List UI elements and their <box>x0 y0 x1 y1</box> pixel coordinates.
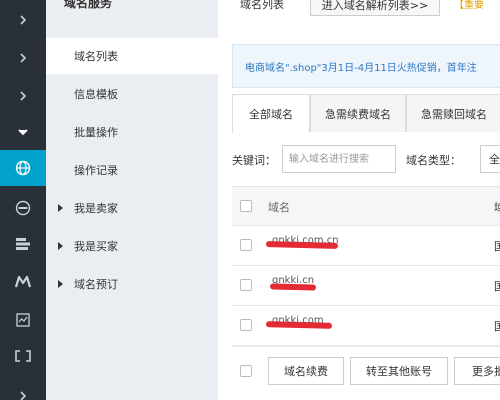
nav-item-label: 域名预订 <box>74 278 118 291</box>
footer-select-all-checkbox[interactable] <box>240 365 252 377</box>
dns-list-button[interactable]: 进入域名解析列表>> <box>310 0 440 16</box>
renew-button[interactable]: 域名续费 <box>268 357 344 385</box>
domain-tabs: 全部域名 急需续费域名 急需赎回域名 <box>232 94 500 133</box>
batch-action-bar: 域名续费 转至其他账号 更多批量 <box>232 346 500 390</box>
row-checkbox[interactable] <box>240 319 252 331</box>
redaction-mark <box>265 241 339 249</box>
chevron-right-icon[interactable] <box>0 378 46 400</box>
chevron-right-icon[interactable] <box>0 40 46 76</box>
promo-banner[interactable]: 电商域名".shop"3月1日-4月11日火热促销，首年注 <box>232 44 500 88</box>
row-extra: 国 <box>494 280 500 293</box>
nav-item-label: 我是卖家 <box>74 202 118 215</box>
caret-right-icon <box>58 242 63 250</box>
row-checkbox[interactable] <box>240 239 252 251</box>
chevron-right-icon[interactable] <box>0 2 46 38</box>
globe-icon[interactable] <box>0 150 46 186</box>
transfer-account-button[interactable]: 转至其他账号 <box>350 357 448 385</box>
row-checkbox[interactable] <box>240 279 252 291</box>
server-icon[interactable] <box>0 226 46 262</box>
dns-icon[interactable] <box>0 190 46 226</box>
table-row[interactable]: qnkki.com.cn 国 <box>232 226 500 266</box>
page-title: 域名列表 <box>240 0 284 11</box>
row-extra: 国 <box>494 320 500 333</box>
nav-item-seller[interactable]: 我是卖家 <box>46 190 218 226</box>
chevron-down-icon[interactable] <box>0 114 46 150</box>
nav-item-operation-log[interactable]: 操作记录 <box>46 152 218 188</box>
redaction-mark <box>265 321 333 329</box>
filter-bar: 关键词： 域名类型： 全部 <box>232 144 500 174</box>
nav-item-label: 批量操作 <box>74 126 118 139</box>
select-all-checkbox[interactable] <box>240 200 252 212</box>
column-header-extra: 域 <box>494 201 500 214</box>
top-bar: 域名列表 进入域名解析列表>> 【重要 <box>218 0 500 20</box>
nav-item-label: 信息模板 <box>74 88 118 101</box>
nav-section-title: 域名服务 <box>64 0 113 10</box>
nav-item-label: 我是买家 <box>74 240 118 253</box>
keyword-label: 关键词： <box>232 154 276 167</box>
nav-item-label: 域名列表 <box>74 50 118 63</box>
monitor-icon[interactable] <box>0 302 46 338</box>
nav-item-buyer[interactable]: 我是买家 <box>46 228 218 264</box>
table-row[interactable]: qnkki.cn 国 <box>232 266 500 306</box>
type-label: 域名类型： <box>406 154 461 167</box>
caret-right-icon <box>58 280 63 288</box>
chevron-right-icon[interactable] <box>0 78 46 114</box>
table-row[interactable]: qnkki.com 国 <box>232 306 500 346</box>
secondary-nav: 域名服务 域名列表 信息模板 批量操作 操作记录 我是卖家 我是买家 域名预订 <box>46 0 218 400</box>
main-panel: 域名列表 进入域名解析列表>> 【重要 电商域名".shop"3月1日-4月11… <box>218 0 500 400</box>
domain-type-select[interactable]: 全部 <box>480 145 500 173</box>
nav-item-domain-list[interactable]: 域名列表 <box>46 38 218 74</box>
redaction-mark <box>269 283 317 291</box>
nav-item-batch-operation[interactable]: 批量操作 <box>46 114 218 150</box>
caret-right-icon <box>58 204 63 212</box>
left-icon-rail <box>0 0 46 400</box>
nav-item-label: 操作记录 <box>74 164 118 177</box>
notice-link[interactable]: 【重要 <box>454 0 484 11</box>
brackets-icon[interactable] <box>0 338 46 374</box>
nav-item-domain-reservation[interactable]: 域名预订 <box>46 266 218 302</box>
nav-item-info-template[interactable]: 信息模板 <box>46 76 218 112</box>
more-batch-button[interactable]: 更多批量 <box>454 357 500 385</box>
tab-redeem-urgent[interactable]: 急需赎回域名 <box>406 94 500 132</box>
promo-text: 电商域名".shop"3月1日-4月11日火热促销，首年注 <box>245 62 477 74</box>
table-header: 域名 域 <box>232 186 500 226</box>
select-value: 全部 <box>489 153 500 166</box>
row-extra: 国 <box>494 240 500 253</box>
tab-all-domains[interactable]: 全部域名 <box>232 94 310 133</box>
m-logo-icon[interactable] <box>0 264 46 300</box>
column-header-name: 域名 <box>268 201 290 214</box>
keyword-search-input[interactable] <box>282 145 396 173</box>
tab-renew-urgent[interactable]: 急需续费域名 <box>310 94 406 132</box>
